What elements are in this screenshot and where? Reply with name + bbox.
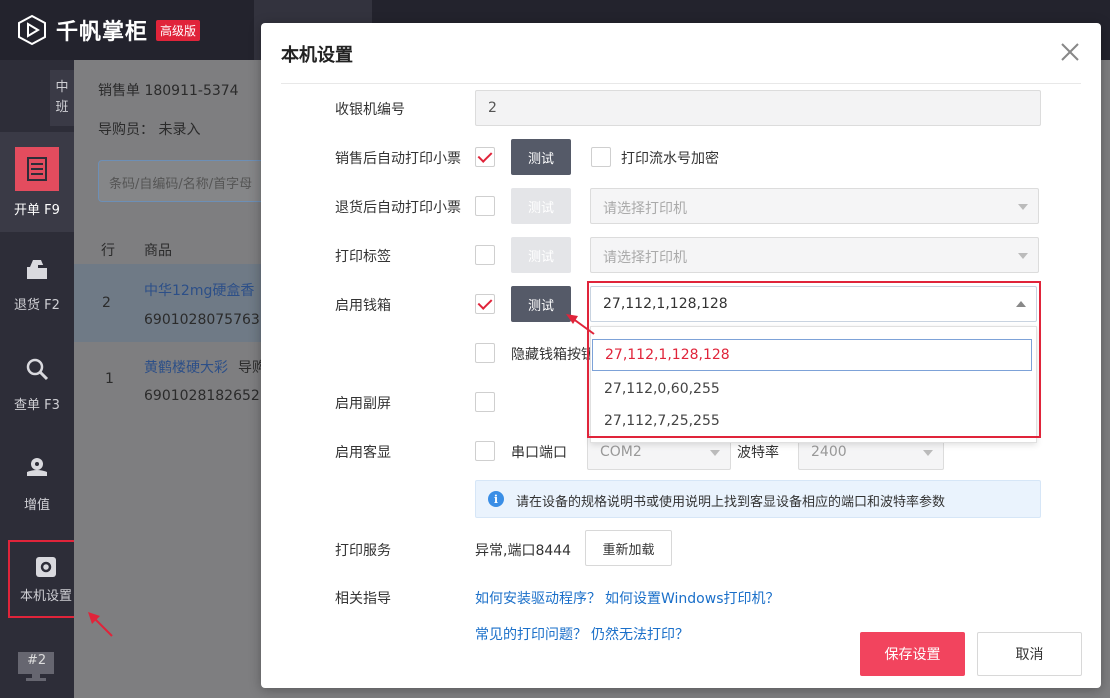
dropdown-option[interactable]: 27,112,7,25,255 (592, 406, 1032, 438)
brand-name: 千帆掌柜 (56, 20, 149, 45)
sidebar-item-label: 开单 F9 (14, 202, 60, 218)
print-service-status: 异常,端口8444 (475, 543, 572, 559)
guide-label: 相关指导 (335, 591, 391, 607)
chevron-down-icon (710, 450, 720, 456)
test-sale-print-button[interactable]: 测试 (511, 139, 571, 175)
secondary-screen-label: 启用副屏 (335, 396, 391, 412)
link-still-cannot-print[interactable]: 仍然无法打印？ (591, 624, 689, 644)
dropdown-option[interactable]: 27,112,1,128,128 (592, 339, 1032, 371)
baud-rate-label: 波特率 (737, 445, 779, 461)
sidebar-item-query[interactable]: 查单 F3 (0, 332, 74, 432)
auto-print-return-checkbox[interactable] (475, 196, 495, 216)
device-settings-dialog: 本机设置 收银机编号 2 销售后自动打印小票 测试 打印流水号加密 退货后自动打… (261, 23, 1101, 688)
chevron-down-icon (1018, 253, 1028, 259)
shift-badge: 中 班 (50, 70, 74, 126)
cash-drawer-label: 启用钱箱 (335, 298, 391, 314)
product-name[interactable]: 中华12mg硬盒香 (144, 280, 254, 300)
chevron-up-icon (1016, 301, 1026, 307)
sidebar-item-label: 查单 F3 (14, 397, 60, 413)
register-number-label: 收银机编号 (335, 102, 405, 118)
receipt-icon (15, 146, 59, 191)
register-number-input[interactable]: 2 (475, 90, 1041, 126)
print-label-checkbox[interactable] (475, 245, 495, 265)
print-serial-encrypt-checkbox[interactable] (591, 147, 611, 167)
sidebar-item-return[interactable]: 退货 F2 (0, 232, 74, 332)
logo-mark-icon (18, 14, 46, 46)
link-common-issues[interactable]: 常见的打印问题？ (475, 624, 587, 644)
column-header-product: 商品 (144, 243, 172, 259)
test-cash-drawer-button[interactable]: 测试 (511, 286, 571, 322)
close-icon[interactable] (1059, 41, 1081, 63)
print-serial-encrypt-label: 打印流水号加密 (621, 151, 719, 167)
print-service-label: 打印服务 (335, 543, 391, 559)
print-label-label: 打印标签 (335, 249, 391, 265)
title-divider (281, 83, 1081, 84)
sidebar-item-new-order[interactable]: 开单 F9 (0, 132, 74, 232)
serial-port-label: 串口端口 (511, 445, 567, 461)
app-logo: 千帆掌柜 高级版 (16, 12, 201, 48)
info-icon: i (488, 491, 504, 507)
monitor-icon[interactable]: #2 (16, 650, 56, 681)
auto-print-return-label: 退货后自动打印小票 (335, 200, 461, 216)
dropdown-option[interactable]: 27,112,0,60,255 (592, 374, 1032, 406)
row-number: 1 (105, 371, 114, 387)
row-number: 2 (102, 295, 111, 311)
auto-print-sale-checkbox[interactable] (475, 147, 495, 167)
dialog-title: 本机设置 (281, 45, 353, 66)
return-box-icon (20, 252, 54, 286)
chevron-down-icon (1018, 204, 1028, 210)
customer-display-checkbox[interactable] (475, 441, 495, 461)
test-return-print-button[interactable]: 测试 (511, 188, 571, 224)
secondary-screen-checkbox[interactable] (475, 392, 495, 412)
product-code: 6901028182652 (144, 388, 260, 404)
cash-drawer-checkbox[interactable] (475, 294, 495, 314)
test-label-print-button[interactable]: 测试 (511, 237, 571, 273)
info-text: 请在设备的规格说明书或使用说明上找到客显设备相应的端口和波特率参数 (516, 495, 946, 510)
sidebar-item-device-settings[interactable]: 本机设置 (8, 540, 84, 618)
chevron-down-icon (923, 450, 933, 456)
sidebar-item-label: 增值 (23, 497, 50, 513)
return-printer-select[interactable]: 请选择打印机 (590, 188, 1039, 224)
sidebar-item-value-added[interactable]: 增值 (0, 432, 74, 532)
hide-drawer-button-label: 隐藏钱箱按钮 (511, 347, 595, 363)
sidebar-item-label: 退货 F2 (14, 297, 60, 313)
gear-icon (34, 555, 58, 579)
salesperson: 导购员： 未录入 (98, 122, 201, 138)
link-windows-printer[interactable]: 如何设置Windows打印机？ (605, 588, 780, 608)
sidebar-item-label: 本机设置 (19, 588, 72, 604)
customer-display-label: 启用客显 (335, 445, 391, 461)
edition-badge: 高级版 (156, 19, 201, 41)
link-install-driver[interactable]: 如何安装驱动程序？ (475, 588, 601, 608)
info-notice: i 请在设备的规格说明书或使用说明上找到客显设备相应的端口和波特率参数 (475, 480, 1041, 518)
auto-print-sale-label: 销售后自动打印小票 (335, 151, 461, 167)
sale-number: 销售单 180911-5374 (98, 83, 239, 99)
plant-icon (20, 452, 54, 486)
label-printer-select[interactable]: 请选择打印机 (590, 237, 1039, 273)
cancel-button[interactable]: 取消 (977, 632, 1082, 676)
cash-drawer-dropdown: 27,112,1,128,128 27,112,0,60,255 27,112,… (590, 326, 1037, 443)
column-header-row: 行 (101, 243, 115, 259)
search-icon (20, 352, 54, 386)
reload-button[interactable]: 重新加载 (585, 530, 672, 566)
hide-drawer-button-checkbox[interactable] (475, 343, 495, 363)
monitor-label: #2 (27, 653, 47, 668)
sidebar: 开单 F9 退货 F2 查单 F3 增值 本机设置 #2 (0, 60, 84, 698)
product-name[interactable]: 黄鹤楼硬大彩 (144, 357, 228, 377)
save-button[interactable]: 保存设置 (860, 632, 965, 676)
cash-drawer-command-select[interactable]: 27,112,1,128,128 (590, 286, 1037, 322)
product-code: 6901028075763 (144, 312, 260, 328)
